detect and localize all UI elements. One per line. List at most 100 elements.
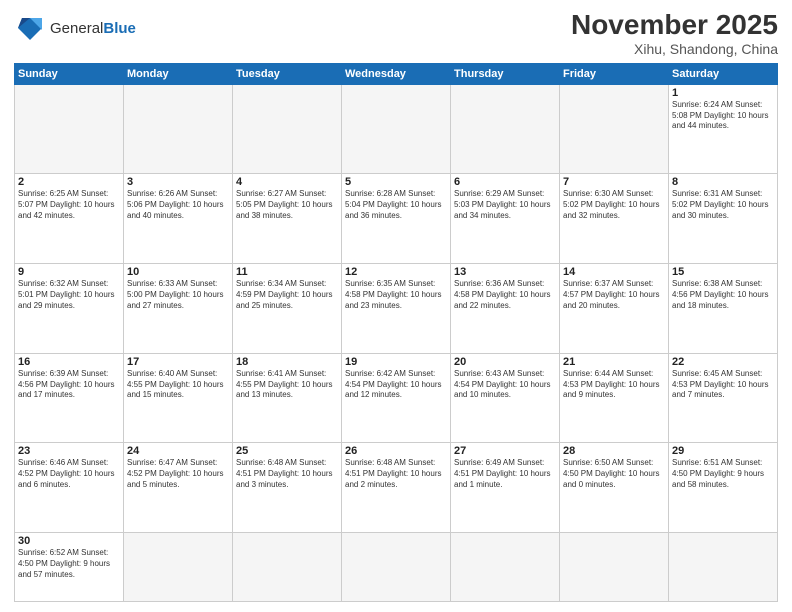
- day-info: Sunrise: 6:40 AM Sunset: 4:55 PM Dayligh…: [127, 369, 229, 401]
- day-info: Sunrise: 6:49 AM Sunset: 4:51 PM Dayligh…: [454, 458, 556, 490]
- table-row: 10Sunrise: 6:33 AM Sunset: 5:00 PM Dayli…: [124, 264, 233, 354]
- logo: GeneralBlue: [14, 14, 136, 42]
- day-info: Sunrise: 6:36 AM Sunset: 4:58 PM Dayligh…: [454, 279, 556, 311]
- table-row: 9Sunrise: 6:32 AM Sunset: 5:01 PM Daylig…: [15, 264, 124, 354]
- day-info: Sunrise: 6:51 AM Sunset: 4:50 PM Dayligh…: [672, 458, 774, 490]
- day-info: Sunrise: 6:28 AM Sunset: 5:04 PM Dayligh…: [345, 189, 447, 221]
- day-number: 25: [236, 445, 338, 457]
- logo-text: GeneralBlue: [50, 20, 136, 37]
- col-thursday: Thursday: [451, 63, 560, 84]
- col-friday: Friday: [560, 63, 669, 84]
- day-number: 7: [563, 176, 665, 188]
- table-row: 28Sunrise: 6:50 AM Sunset: 4:50 PM Dayli…: [560, 443, 669, 533]
- day-info: Sunrise: 6:29 AM Sunset: 5:03 PM Dayligh…: [454, 189, 556, 221]
- day-number: 28: [563, 445, 665, 457]
- table-row: [451, 84, 560, 174]
- day-info: Sunrise: 6:30 AM Sunset: 5:02 PM Dayligh…: [563, 189, 665, 221]
- day-number: 1: [672, 87, 774, 99]
- table-row: [560, 84, 669, 174]
- day-number: 5: [345, 176, 447, 188]
- col-sunday: Sunday: [15, 63, 124, 84]
- table-row: 24Sunrise: 6:47 AM Sunset: 4:52 PM Dayli…: [124, 443, 233, 533]
- day-info: Sunrise: 6:26 AM Sunset: 5:06 PM Dayligh…: [127, 189, 229, 221]
- calendar-table: Sunday Monday Tuesday Wednesday Thursday…: [14, 63, 778, 602]
- header: GeneralBlue November 2025 Xihu, Shandong…: [14, 10, 778, 57]
- day-number: 6: [454, 176, 556, 188]
- day-number: 9: [18, 266, 120, 278]
- day-number: 13: [454, 266, 556, 278]
- calendar-title: November 2025: [571, 10, 778, 41]
- table-row: 13Sunrise: 6:36 AM Sunset: 4:58 PM Dayli…: [451, 264, 560, 354]
- table-row: 27Sunrise: 6:49 AM Sunset: 4:51 PM Dayli…: [451, 443, 560, 533]
- table-row: [342, 84, 451, 174]
- table-row: 18Sunrise: 6:41 AM Sunset: 4:55 PM Dayli…: [233, 353, 342, 443]
- day-info: Sunrise: 6:47 AM Sunset: 4:52 PM Dayligh…: [127, 458, 229, 490]
- day-info: Sunrise: 6:24 AM Sunset: 5:08 PM Dayligh…: [672, 100, 774, 132]
- col-monday: Monday: [124, 63, 233, 84]
- day-info: Sunrise: 6:48 AM Sunset: 4:51 PM Dayligh…: [345, 458, 447, 490]
- table-row: [124, 84, 233, 174]
- calendar-subtitle: Xihu, Shandong, China: [571, 41, 778, 57]
- col-saturday: Saturday: [669, 63, 778, 84]
- page: GeneralBlue November 2025 Xihu, Shandong…: [0, 0, 792, 612]
- table-row: 8Sunrise: 6:31 AM Sunset: 5:02 PM Daylig…: [669, 174, 778, 264]
- day-number: 3: [127, 176, 229, 188]
- day-number: 11: [236, 266, 338, 278]
- day-number: 23: [18, 445, 120, 457]
- calendar-header-row: Sunday Monday Tuesday Wednesday Thursday…: [15, 63, 778, 84]
- table-row: [233, 533, 342, 602]
- title-block: November 2025 Xihu, Shandong, China: [571, 10, 778, 57]
- table-row: 26Sunrise: 6:48 AM Sunset: 4:51 PM Dayli…: [342, 443, 451, 533]
- day-info: Sunrise: 6:45 AM Sunset: 4:53 PM Dayligh…: [672, 369, 774, 401]
- day-number: 27: [454, 445, 556, 457]
- table-row: 29Sunrise: 6:51 AM Sunset: 4:50 PM Dayli…: [669, 443, 778, 533]
- day-info: Sunrise: 6:48 AM Sunset: 4:51 PM Dayligh…: [236, 458, 338, 490]
- table-row: [669, 533, 778, 602]
- table-row: 12Sunrise: 6:35 AM Sunset: 4:58 PM Dayli…: [342, 264, 451, 354]
- day-number: 21: [563, 356, 665, 368]
- day-number: 30: [18, 535, 120, 547]
- table-row: [342, 533, 451, 602]
- table-row: [233, 84, 342, 174]
- table-row: 5Sunrise: 6:28 AM Sunset: 5:04 PM Daylig…: [342, 174, 451, 264]
- col-wednesday: Wednesday: [342, 63, 451, 84]
- day-number: 4: [236, 176, 338, 188]
- day-info: Sunrise: 6:34 AM Sunset: 4:59 PM Dayligh…: [236, 279, 338, 311]
- table-row: 21Sunrise: 6:44 AM Sunset: 4:53 PM Dayli…: [560, 353, 669, 443]
- day-info: Sunrise: 6:25 AM Sunset: 5:07 PM Dayligh…: [18, 189, 120, 221]
- day-number: 19: [345, 356, 447, 368]
- day-number: 22: [672, 356, 774, 368]
- day-number: 10: [127, 266, 229, 278]
- table-row: 20Sunrise: 6:43 AM Sunset: 4:54 PM Dayli…: [451, 353, 560, 443]
- day-info: Sunrise: 6:35 AM Sunset: 4:58 PM Dayligh…: [345, 279, 447, 311]
- table-row: [560, 533, 669, 602]
- day-number: 12: [345, 266, 447, 278]
- day-number: 18: [236, 356, 338, 368]
- table-row: 11Sunrise: 6:34 AM Sunset: 4:59 PM Dayli…: [233, 264, 342, 354]
- col-tuesday: Tuesday: [233, 63, 342, 84]
- table-row: [15, 84, 124, 174]
- table-row: 4Sunrise: 6:27 AM Sunset: 5:05 PM Daylig…: [233, 174, 342, 264]
- table-row: 16Sunrise: 6:39 AM Sunset: 4:56 PM Dayli…: [15, 353, 124, 443]
- table-row: 23Sunrise: 6:46 AM Sunset: 4:52 PM Dayli…: [15, 443, 124, 533]
- table-row: 25Sunrise: 6:48 AM Sunset: 4:51 PM Dayli…: [233, 443, 342, 533]
- day-info: Sunrise: 6:39 AM Sunset: 4:56 PM Dayligh…: [18, 369, 120, 401]
- day-info: Sunrise: 6:41 AM Sunset: 4:55 PM Dayligh…: [236, 369, 338, 401]
- table-row: 14Sunrise: 6:37 AM Sunset: 4:57 PM Dayli…: [560, 264, 669, 354]
- table-row: 7Sunrise: 6:30 AM Sunset: 5:02 PM Daylig…: [560, 174, 669, 264]
- table-row: 17Sunrise: 6:40 AM Sunset: 4:55 PM Dayli…: [124, 353, 233, 443]
- day-info: Sunrise: 6:33 AM Sunset: 5:00 PM Dayligh…: [127, 279, 229, 311]
- day-info: Sunrise: 6:46 AM Sunset: 4:52 PM Dayligh…: [18, 458, 120, 490]
- table-row: 1Sunrise: 6:24 AM Sunset: 5:08 PM Daylig…: [669, 84, 778, 174]
- table-row: 22Sunrise: 6:45 AM Sunset: 4:53 PM Dayli…: [669, 353, 778, 443]
- table-row: [451, 533, 560, 602]
- table-row: [124, 533, 233, 602]
- table-row: 2Sunrise: 6:25 AM Sunset: 5:07 PM Daylig…: [15, 174, 124, 264]
- table-row: 6Sunrise: 6:29 AM Sunset: 5:03 PM Daylig…: [451, 174, 560, 264]
- day-number: 17: [127, 356, 229, 368]
- day-info: Sunrise: 6:27 AM Sunset: 5:05 PM Dayligh…: [236, 189, 338, 221]
- table-row: 30Sunrise: 6:52 AM Sunset: 4:50 PM Dayli…: [15, 533, 124, 602]
- day-info: Sunrise: 6:43 AM Sunset: 4:54 PM Dayligh…: [454, 369, 556, 401]
- day-number: 8: [672, 176, 774, 188]
- day-info: Sunrise: 6:31 AM Sunset: 5:02 PM Dayligh…: [672, 189, 774, 221]
